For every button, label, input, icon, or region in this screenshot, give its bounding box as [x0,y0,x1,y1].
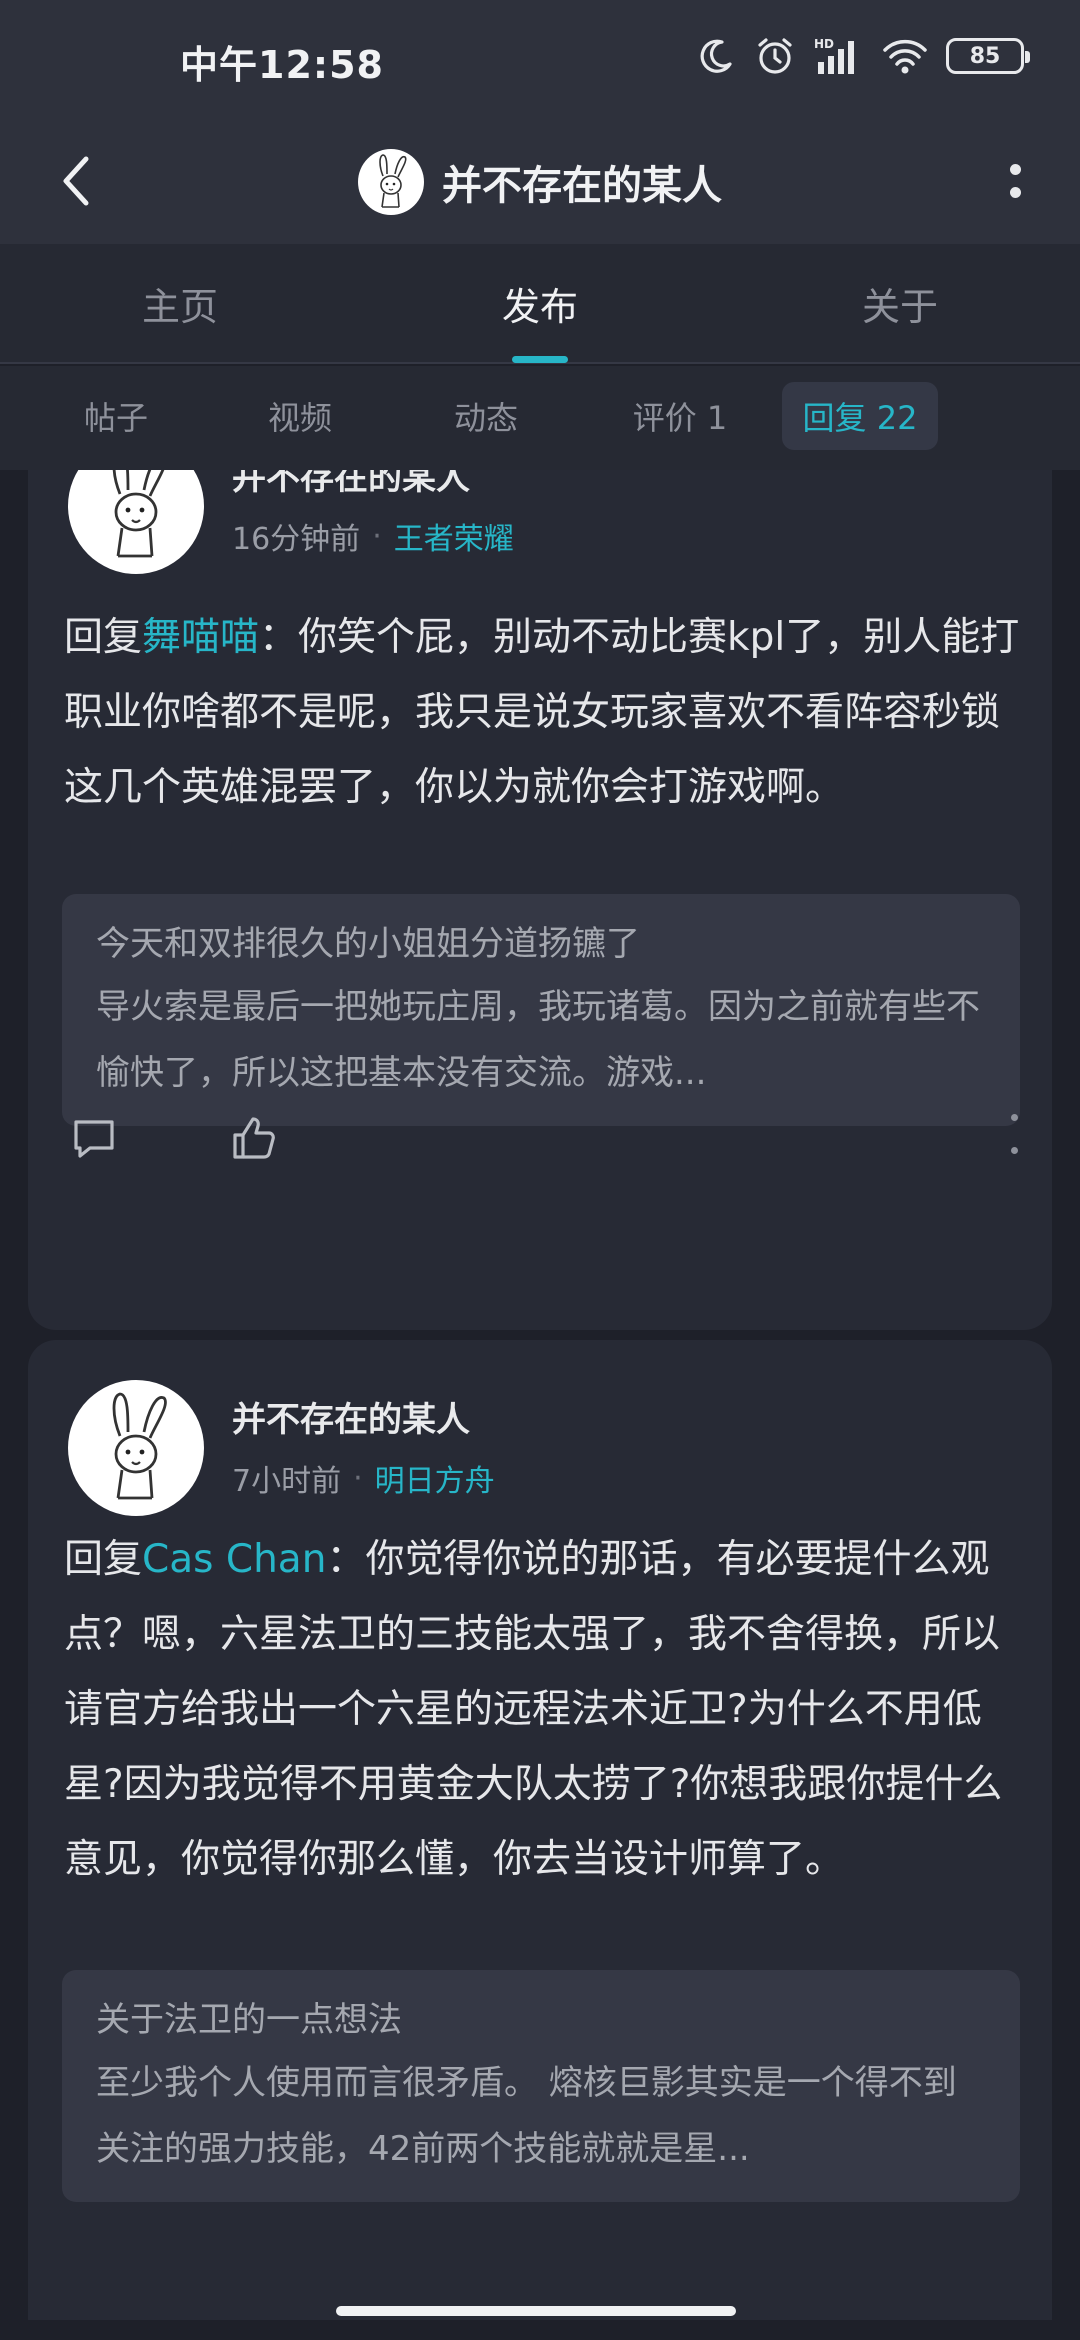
main-tab-bar: 主页 发布 关于 [0,244,1080,364]
tab-home[interactable]: 主页 [80,244,280,362]
post-time: 16分钟前 [232,522,361,557]
quoted-post-title: 关于法卫的一点想法 [96,2000,402,2040]
reply-prefix: 回复 [64,1537,143,1582]
post-author[interactable]: 并不存在的某人 16分钟前 · 王者荣耀 [68,470,1008,578]
post-time: 7小时前 [232,1464,342,1499]
status-bar: 中午12:58 HD 85 [0,0,1080,118]
tab-about[interactable]: 关于 [800,244,1000,362]
quoted-post-title: 今天和双排很久的小姐姐分道扬镳了 [96,924,640,964]
mention-link[interactable]: 舞喵喵 [142,615,259,660]
wifi-icon [883,39,927,74]
bunny-avatar-icon [379,154,407,208]
tab-active-indicator [512,356,568,363]
page: 中午12:58 HD 85 并不存在的某人 主页 发布 关于 帖子 视频 动态 … [0,0,1080,2340]
quoted-post-excerpt: 至少我个人使用而言很矛盾。 熔核巨影其实是一个得不到关注的强力技能，42前两个技… [96,2063,957,2169]
post-actions [64,1094,1024,1174]
avatar[interactable] [68,1380,204,1516]
alarm-icon [758,38,792,74]
reply-prefix: 回复 [64,615,143,660]
nav-avatar [358,149,424,215]
quoted-post[interactable]: 关于法卫的一点想法 至少我个人使用而言很矛盾。 熔核巨影其实是一个得不到关注的强… [62,1970,1020,2202]
reply-content: 回复舞喵喵：你笑个屁，别动不动比赛kpl了，别人能打职业你啥都不是呢，我只是说女… [64,600,1024,825]
subtab-moments[interactable]: 动态 [426,382,546,450]
reply-card[interactable]: 并不存在的某人 7小时前 · 明日方舟 回复Cas Chan：你觉得你说的那话，… [28,1340,1052,2320]
reply-feed: 并不存在的某人 16分钟前 · 王者荣耀 回复舞喵喵：你笑个屁，别动不动比赛kp… [0,470,1080,2320]
like-button[interactable] [224,1108,284,1168]
meta-separator: · [353,1460,363,1496]
status-time: 中午12:58 [180,43,384,87]
bunny-avatar-icon [112,1392,167,1500]
comment-icon [74,1120,114,1158]
sub-tab-bar: 帖子 视频 动态 评价 1 回复 22 [0,366,1080,470]
subtab-posts[interactable]: 帖子 [56,382,176,450]
status-icons: HD 85 [696,34,1030,78]
network-type-label: HD [814,37,834,51]
author-name[interactable]: 并不存在的某人 [232,470,470,499]
avatar[interactable] [68,470,204,574]
subtab-reviews[interactable]: 评价 1 [610,382,750,450]
signal-icon: HD [814,37,854,74]
subtab-videos[interactable]: 视频 [240,382,360,450]
subtab-replies[interactable]: 回复 22 [782,382,938,450]
post-meta: 16分钟前 · 王者荣耀 [232,514,514,558]
post-author[interactable]: 并不存在的某人 7小时前 · 明日方舟 [68,1380,1008,1520]
post-more-button[interactable] [1004,1114,1024,1154]
more-dot-icon [1009,164,1021,175]
battery-indicator: 85 [946,38,1030,74]
comment-button[interactable] [64,1108,124,1168]
kebab-dot-icon [1010,1147,1018,1154]
battery-level: 85 [969,43,1001,69]
reply-body: ：你觉得你说的那话，有必要提什么观点？嗯，六星法卫的三技能太强了，我不舍得换，所… [64,1537,1003,1882]
reply-card[interactable]: 并不存在的某人 16分钟前 · 王者荣耀 回复舞喵喵：你笑个屁，别动不动比赛kp… [28,470,1052,1330]
moon-icon [700,39,732,73]
more-dot-icon [1009,187,1021,198]
home-indicator[interactable] [336,2306,736,2316]
topic-link[interactable]: 王者荣耀 [394,514,514,558]
post-meta: 7小时前 · 明日方舟 [232,1456,495,1500]
more-options-button[interactable] [990,146,1040,216]
page-title: 并不存在的某人 [442,163,722,209]
nav-profile[interactable]: 并不存在的某人 [0,132,1080,232]
tab-publish[interactable]: 发布 [440,244,640,362]
author-name[interactable]: 并不存在的某人 [232,1392,470,1441]
kebab-dot-icon [1010,1114,1018,1121]
topic-link[interactable]: 明日方舟 [375,1456,495,1500]
thumbs-up-icon [233,1117,275,1159]
mention-link[interactable]: Cas Chan [142,1537,326,1582]
quoted-post-excerpt: 导火索是最后一把她玩庄周，我玩诸葛。因为之前就有些不愉快了，所以这把基本没有交流… [96,987,980,1093]
reply-content: 回复Cas Chan：你觉得你说的那话，有必要提什么观点？嗯，六星法卫的三技能太… [64,1522,1024,1897]
meta-separator: · [372,518,382,554]
navigation-bar: 并不存在的某人 [0,118,1080,244]
quoted-post[interactable]: 今天和双排很久的小姐姐分道扬镳了 导火索是最后一把她玩庄周，我玩诸葛。因为之前就… [62,894,1020,1126]
bunny-avatar-icon [112,470,165,558]
